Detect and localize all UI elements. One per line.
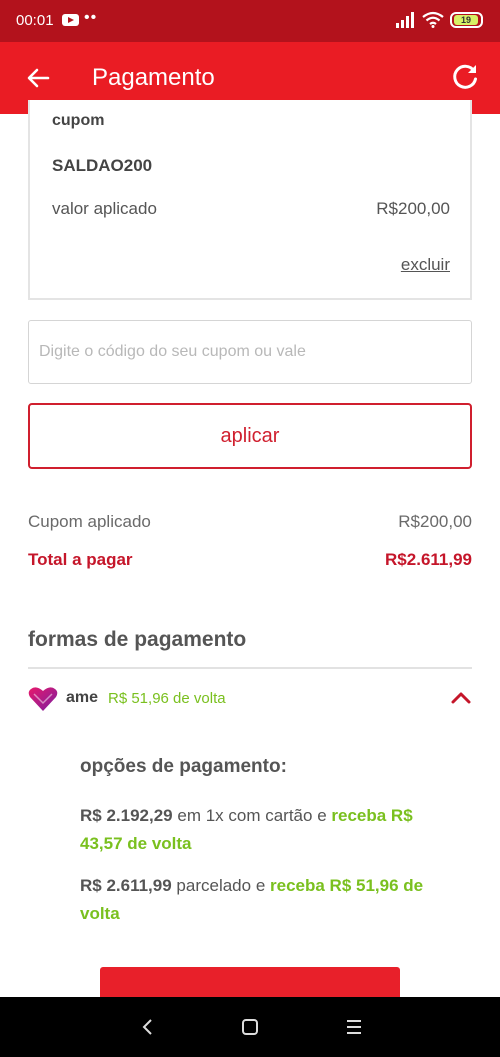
applied-value-amount: R$200,00 — [376, 199, 450, 218]
refresh-icon[interactable] — [450, 62, 480, 92]
applied-value-label: valor aplicado — [52, 199, 157, 218]
battery-icon: 19 — [450, 12, 483, 28]
payment-options-title: opções de pagamento: — [80, 756, 287, 777]
applied-coupon-card: cupom SALDAO200 valor aplicado R$200,00 … — [28, 100, 472, 300]
youtube-icon — [62, 14, 79, 26]
remove-coupon-link[interactable]: excluir — [401, 255, 450, 275]
coupon-applied-label: Cupom aplicado — [28, 512, 151, 531]
total-label: Total a pagar — [28, 550, 133, 569]
status-bar: 00:01 •• 19 — [0, 0, 500, 42]
payment-option-parcelado: R$ 2.611,99 parcelado e receba R$ 51,96 … — [80, 872, 440, 928]
option-parcelado-text: parcelado e — [171, 876, 270, 895]
option-1x-amount: R$ 2.192,29 — [80, 806, 173, 825]
wifi-icon — [422, 11, 444, 28]
apply-coupon-button[interactable]: aplicar — [28, 403, 472, 469]
coupon-code: SALDAO200 — [52, 156, 153, 175]
page-title: Pagamento — [92, 64, 215, 91]
ame-cashback: R$ 51,96 de volta — [108, 690, 226, 707]
ame-name: ame — [66, 689, 99, 706]
payment-methods-title: formas de pagamento — [28, 628, 247, 651]
coupon-applied-row: Cupom aplicado R$200,00 — [28, 512, 472, 532]
system-nav-bar — [0, 997, 500, 1057]
chevron-up-icon[interactable] — [450, 688, 472, 708]
nav-back-icon[interactable] — [136, 1015, 160, 1039]
coupon-code-input[interactable] — [28, 320, 472, 384]
status-time: 00:01 — [16, 12, 54, 29]
option-parcelado-amount: R$ 2.611,99 — [80, 876, 172, 895]
notification-dots: •• — [84, 9, 98, 26]
payment-method-ame[interactable]: ame R$ 51,96 de volta — [28, 682, 472, 718]
back-arrow-icon[interactable] — [24, 64, 52, 92]
payment-option-1x: R$ 2.192,29 em 1x com cartão e receba R$… — [80, 802, 440, 858]
total-value: R$2.611,99 — [385, 550, 472, 569]
signal-icon — [396, 12, 414, 28]
total-row: Total a pagar R$2.611,99 — [28, 550, 472, 570]
option-1x-text: em 1x com cartão e — [172, 806, 332, 825]
coupon-applied-value: R$200,00 — [398, 512, 472, 531]
nav-home-icon[interactable] — [238, 1015, 262, 1039]
ame-heart-icon — [28, 687, 58, 711]
nav-menu-icon[interactable] — [342, 1015, 366, 1039]
divider — [28, 667, 472, 669]
coupon-label: cupom — [52, 112, 105, 129]
battery-level: 19 — [454, 15, 478, 25]
